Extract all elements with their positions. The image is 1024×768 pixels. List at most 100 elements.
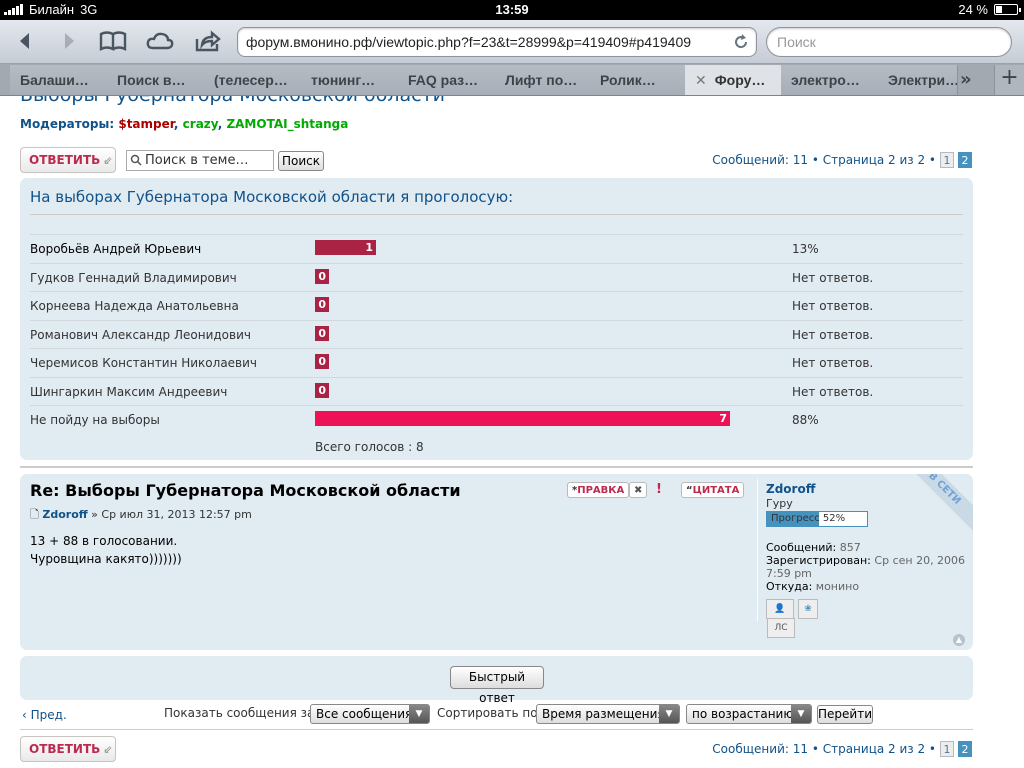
current-page: 2 bbox=[958, 152, 972, 168]
poll-option-label: Гудков Геннадий Владимирович bbox=[30, 270, 237, 285]
reply-arrow-icon: ⇙ bbox=[103, 743, 113, 756]
delete-button[interactable]: ✖ bbox=[629, 482, 648, 498]
browser-tab[interactable]: тюнинг… bbox=[301, 65, 399, 95]
browser-tab[interactable]: Балаши… bbox=[10, 65, 108, 95]
battery-icon bbox=[994, 4, 1021, 15]
more-tabs-icon[interactable]: » bbox=[960, 69, 972, 90]
report-button[interactable]: ! bbox=[652, 482, 666, 498]
poll-percent: 13% bbox=[792, 242, 819, 256]
icloud-tabs-button[interactable] bbox=[143, 26, 177, 56]
prev-link[interactable]: ‹ Пред. bbox=[22, 708, 67, 722]
edit-button[interactable]: *ПРАВКА bbox=[567, 482, 630, 498]
chevron-down-icon: ▼ bbox=[409, 705, 429, 723]
moderator-link[interactable]: ZAMOTAI_shtanga bbox=[226, 117, 348, 131]
reply-button[interactable]: ОТВЕТИТЬ ⇙ bbox=[20, 147, 116, 173]
reply-arrow-icon: ⇙ bbox=[103, 154, 113, 167]
search-icon bbox=[130, 154, 142, 166]
divider bbox=[20, 729, 973, 730]
address-bar[interactable]: форум.вмонино.рф/viewtopic.php?f=23&t=28… bbox=[237, 27, 757, 57]
bookmarks-button[interactable] bbox=[96, 26, 130, 56]
quote-button[interactable]: “ЦИТАТА bbox=[681, 482, 745, 498]
new-tab-button[interactable]: + bbox=[994, 65, 1024, 95]
reply-button-bottom[interactable]: ОТВЕТИТЬ ⇙ bbox=[20, 736, 116, 762]
forward-arrow-icon bbox=[65, 33, 74, 49]
browser-tab-active[interactable]: ✕ Фору… bbox=[685, 65, 782, 95]
post-profile: Zdoroff Гуру Прогресс 52% Сообщений: 857… bbox=[766, 482, 966, 638]
browser-tab[interactable]: FAQ раз… bbox=[398, 65, 496, 95]
back-arrow-icon bbox=[20, 33, 29, 49]
poll-option-label: Шингаркин Максим Андреевич bbox=[30, 384, 228, 399]
status-bar: Билайн 3G 13:59 24 % bbox=[0, 0, 1024, 20]
poll-panel: На выборах Губернатора Московской област… bbox=[20, 178, 973, 460]
poll-bar: 7 bbox=[315, 411, 730, 426]
moderator-link[interactable]: crazy bbox=[183, 117, 218, 131]
user-icon: 👤 bbox=[774, 604, 786, 614]
browser-tab[interactable]: Поиск в… bbox=[107, 65, 205, 95]
reload-icon[interactable] bbox=[732, 33, 750, 51]
divider bbox=[30, 214, 963, 215]
share-icon bbox=[195, 30, 221, 52]
quote-icon: “ bbox=[686, 485, 693, 496]
page-link[interactable]: 1 bbox=[940, 741, 954, 757]
icq-icon[interactable]: ❀ bbox=[798, 599, 818, 619]
poll-bar: 1 bbox=[315, 240, 376, 255]
browser-tab[interactable]: Электри… bbox=[878, 65, 958, 95]
forward-button[interactable] bbox=[52, 26, 86, 56]
url-text: форум.вмонино.рф/viewtopic.php?f=23&t=28… bbox=[246, 34, 692, 50]
poll-question: На выборах Губернатора Московской област… bbox=[30, 188, 514, 206]
poll-bar: 0 bbox=[315, 297, 329, 312]
quick-reply-button[interactable]: Быстрый ответ bbox=[450, 666, 544, 705]
share-button[interactable] bbox=[191, 26, 225, 56]
pagination-bottom: Сообщений: 11 • Страница 2 из 2 • 1 2 bbox=[712, 741, 972, 757]
sort-select[interactable]: Время размещения ▼ bbox=[536, 704, 680, 724]
go-button[interactable]: Перейти bbox=[817, 705, 873, 724]
post-date: » Ср июл 31, 2013 12:57 pm bbox=[91, 508, 252, 521]
profile-posts: 857 bbox=[839, 541, 861, 554]
browser-tab[interactable]: Лифт по… bbox=[495, 65, 593, 95]
poll-option: Романович Александр Леонидович 0 Нет ответ… bbox=[30, 319, 963, 348]
browser-tab[interactable]: электро… bbox=[781, 65, 879, 95]
poll-option: Гудков Геннадий Владимирович 0 Нет ответов… bbox=[30, 262, 963, 291]
post-author[interactable]: Zdoroff bbox=[42, 508, 87, 521]
post-title[interactable]: Re: Выборы Губернатора Московской област… bbox=[30, 481, 461, 500]
browser-tab[interactable]: (телесер… bbox=[204, 65, 302, 95]
poll-percent: Нет ответов. bbox=[792, 299, 874, 313]
body-line: 13 + 88 в голосовании. bbox=[30, 534, 178, 548]
pagination-top: Сообщений: 11 • Страница 2 из 2 • 1 2 bbox=[712, 152, 972, 168]
battery-label: 24 % bbox=[958, 2, 988, 17]
search-button[interactable]: Поиск bbox=[278, 151, 324, 171]
poll-bar: 0 bbox=[315, 354, 329, 369]
topic-search-input[interactable]: Поиск в теме… bbox=[126, 150, 274, 171]
divider bbox=[20, 466, 973, 468]
body-line: Чуровщина какято))))))) bbox=[30, 552, 182, 566]
show-select[interactable]: Все сообщения ▼ bbox=[310, 704, 430, 724]
poll-percent: Нет ответов. bbox=[792, 384, 874, 399]
pm-button[interactable]: 👤ЛС bbox=[766, 599, 795, 638]
poll-bar: 0 bbox=[315, 325, 329, 341]
order-select[interactable]: по возрастанию ▼ bbox=[686, 704, 812, 724]
back-to-top-icon[interactable]: ▲ bbox=[953, 634, 965, 646]
poll-option: Воробьёв Андрей Юрьевич 1 13% bbox=[30, 234, 963, 262]
poll-option-label: Романович Александр Леонидович bbox=[30, 327, 251, 342]
post: Re: Выборы Губернатора Московской област… bbox=[20, 474, 973, 650]
profile-rank: Гуру bbox=[766, 497, 793, 510]
browser-toolbar: форум.вмонино.рф/viewtopic.php?f=23&t=28… bbox=[0, 20, 1024, 64]
quick-reply-panel: Быстрый ответ bbox=[20, 656, 973, 705]
chevron-down-icon: ▼ bbox=[659, 705, 679, 723]
page-link[interactable]: 1 bbox=[940, 152, 954, 168]
close-tab-icon[interactable]: ✕ bbox=[695, 72, 707, 88]
poll-option: Не пойду на выборы 7 88% bbox=[30, 405, 963, 433]
browser-search-input[interactable]: Поиск bbox=[766, 27, 1012, 57]
poll-option-label: Корнеева Надежда Анатольевна bbox=[30, 299, 239, 313]
poll-percent: Нет ответов. bbox=[792, 356, 874, 370]
clock: 13:59 bbox=[495, 2, 529, 17]
back-button[interactable] bbox=[8, 26, 42, 56]
progress-bar: Прогресс 52% bbox=[766, 511, 868, 527]
topic-title[interactable]: Выборы Губернатора Московской области bbox=[20, 96, 445, 106]
poll-percent: Нет ответов. bbox=[792, 270, 874, 285]
browser-tab[interactable]: Ролик… bbox=[590, 65, 686, 95]
poll-bar: 0 bbox=[315, 382, 329, 398]
poll-total: Всего голосов : 8 bbox=[315, 440, 424, 454]
prev-arrow-icon: ‹ bbox=[22, 708, 27, 722]
moderator-link[interactable]: $tamper bbox=[118, 117, 174, 131]
